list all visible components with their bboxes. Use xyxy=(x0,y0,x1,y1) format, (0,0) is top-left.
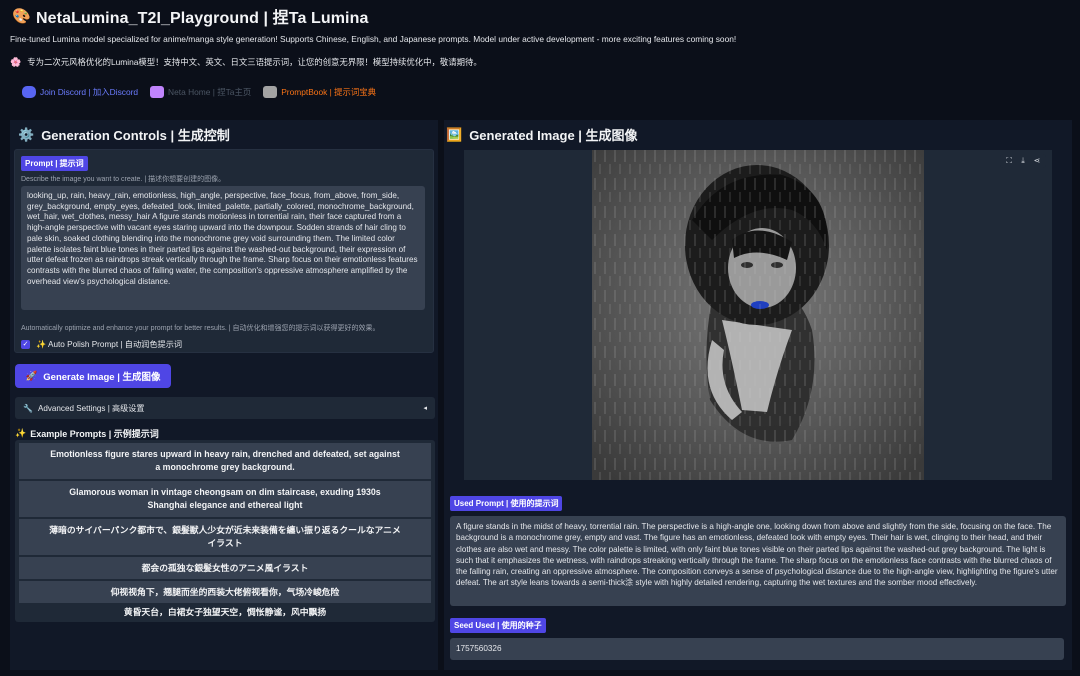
title-row: 🎨 NetaLumina_T2I_Playground | 捏Ta Lumina xyxy=(12,4,368,28)
examples-heading-row: ✨ Example Prompts | 示例提示词 xyxy=(15,427,159,440)
example-prompt-6[interactable]: 黄昏天台，白裙女子独望天空，惆怅静谧，风中飘扬 xyxy=(19,605,431,619)
advanced-settings-header: 🔧 Advanced Settings | 高级设置 xyxy=(23,403,144,414)
output-heading: Generated Image | 生成图像 xyxy=(469,128,638,143)
description-english: Fine-tuned Lumina model specialized for … xyxy=(10,34,737,44)
neta-home-link-label: Neta Home | 捏Ta主页 xyxy=(168,87,252,97)
image-frame: ⛶ ⤓ ⋖ xyxy=(464,150,1052,480)
rocket-icon: 🚀 xyxy=(25,370,38,382)
description-chinese: 专为二次元风格优化的Lumina模型！支持中文、英文、日文三语提示词，让您的创意… xyxy=(27,57,482,67)
image-icon: 🖼️ xyxy=(446,126,463,142)
example-prompt-2[interactable]: Glamorous woman in vintage cheongsam on … xyxy=(19,481,431,517)
polish-hint: Automatically optimize and enhance your … xyxy=(21,325,380,332)
collapse-triangle-icon: ◂ xyxy=(423,405,427,412)
share-icon[interactable]: ⋖ xyxy=(1032,156,1042,166)
header-links: Join Discord | 加入Discord Neta Home | 捏Ta… xyxy=(22,86,376,98)
palette-icon: 🎨 xyxy=(12,8,31,25)
prompt-panel: Prompt | 提示词 Describe the image you want… xyxy=(14,149,434,353)
promptbook-link[interactable]: PromptBook | 提示词宝典 xyxy=(263,86,376,98)
controls-heading-row: ⚙️ Generation Controls | 生成控制 xyxy=(18,125,230,144)
generate-image-button[interactable]: 🚀 Generate Image | 生成图像 xyxy=(15,364,171,388)
wrench-icon: 🔧 xyxy=(23,403,33,413)
advanced-settings-label: Advanced Settings | 高级设置 xyxy=(37,403,145,413)
neta-home-link[interactable]: Neta Home | 捏Ta主页 xyxy=(150,86,251,98)
advanced-settings-accordion[interactable]: 🔧 Advanced Settings | 高级设置 ◂ xyxy=(15,397,435,419)
seed-used-field[interactable]: 1757560326 xyxy=(450,638,1064,660)
gear-icon: ⚙️ xyxy=(18,126,35,142)
page-title: NetaLumina_T2I_Playground | 捏Ta Lumina xyxy=(36,10,369,27)
example-prompt-1[interactable]: Emotionless figure stares upward in heav… xyxy=(19,443,431,479)
description-chinese-row: 🌸 专为二次元风格优化的Lumina模型！支持中文、英文、日文三语提示词，让您的… xyxy=(10,56,482,68)
example-prompts-list: Emotionless figure stares upward in heav… xyxy=(15,440,435,622)
generated-image-panel: 🖼️ Generated Image | 生成图像 ⛶ ⤓ ⋖ Used Pro… xyxy=(444,120,1072,670)
prompt-tag: Prompt | 提示词 xyxy=(21,156,88,171)
fullscreen-icon[interactable]: ⛶ xyxy=(1004,156,1014,166)
auto-polish-checkbox[interactable]: ✓ xyxy=(21,339,30,349)
examples-heading: Example Prompts | 示例提示词 xyxy=(30,429,159,439)
example-prompt-5[interactable]: 仰视视角下，翘腿而坐的西装大佬俯视看你，气场冷峻危险 xyxy=(19,581,431,603)
generation-controls-panel: ⚙️ Generation Controls | 生成控制 Prompt | 提… xyxy=(10,120,438,670)
used-prompt-panel: Used Prompt | 使用的提示词 A figure stands in … xyxy=(444,488,1072,670)
flower-icon: 🌸 xyxy=(10,56,22,67)
prompt-hint: Describe the image you want to create. |… xyxy=(21,176,226,183)
promptbook-link-label: PromptBook | 提示词宝典 xyxy=(281,87,376,97)
seed-used-tag: Seed Used | 使用的种子 xyxy=(450,618,546,633)
book-icon xyxy=(263,86,278,98)
generated-image-svg xyxy=(592,150,924,480)
output-heading-row: 🖼️ Generated Image | 生成图像 xyxy=(446,125,638,144)
example-prompt-4[interactable]: 都会の孤独な銀髪女性のアニメ風イラスト xyxy=(19,557,431,579)
generated-image[interactable] xyxy=(592,150,924,480)
example-prompt-3[interactable]: 薄暗のサイバーパンク都市で、銀髪獣人少女が近未来装備を纏い振り返るクールなアニメ… xyxy=(19,519,431,555)
used-prompt-text[interactable]: A figure stands in the midst of heavy, t… xyxy=(450,516,1066,606)
discord-icon xyxy=(22,86,36,98)
prompt-textarea[interactable]: looking_up, rain, heavy_rain, emotionles… xyxy=(21,186,425,310)
generate-image-label: Generate Image | 生成图像 xyxy=(43,372,161,383)
download-icon[interactable]: ⤓ xyxy=(1018,156,1028,166)
discord-link[interactable]: Join Discord | 加入Discord xyxy=(22,86,138,98)
image-toolbar: ⛶ ⤓ ⋖ xyxy=(1000,154,1046,168)
auto-polish-checkbox-row[interactable]: ✓ ✨ Auto Polish Prompt | 自动润色提示词 xyxy=(21,338,182,350)
controls-heading: Generation Controls | 生成控制 xyxy=(41,128,230,143)
used-prompt-tag: Used Prompt | 使用的提示词 xyxy=(450,496,563,511)
discord-link-label: Join Discord | 加入Discord xyxy=(40,87,139,97)
auto-polish-label: ✨ Auto Polish Prompt | 自动润色提示词 xyxy=(36,340,183,349)
neta-icon xyxy=(150,86,165,98)
sparkles-icon: ✨ xyxy=(15,428,27,438)
